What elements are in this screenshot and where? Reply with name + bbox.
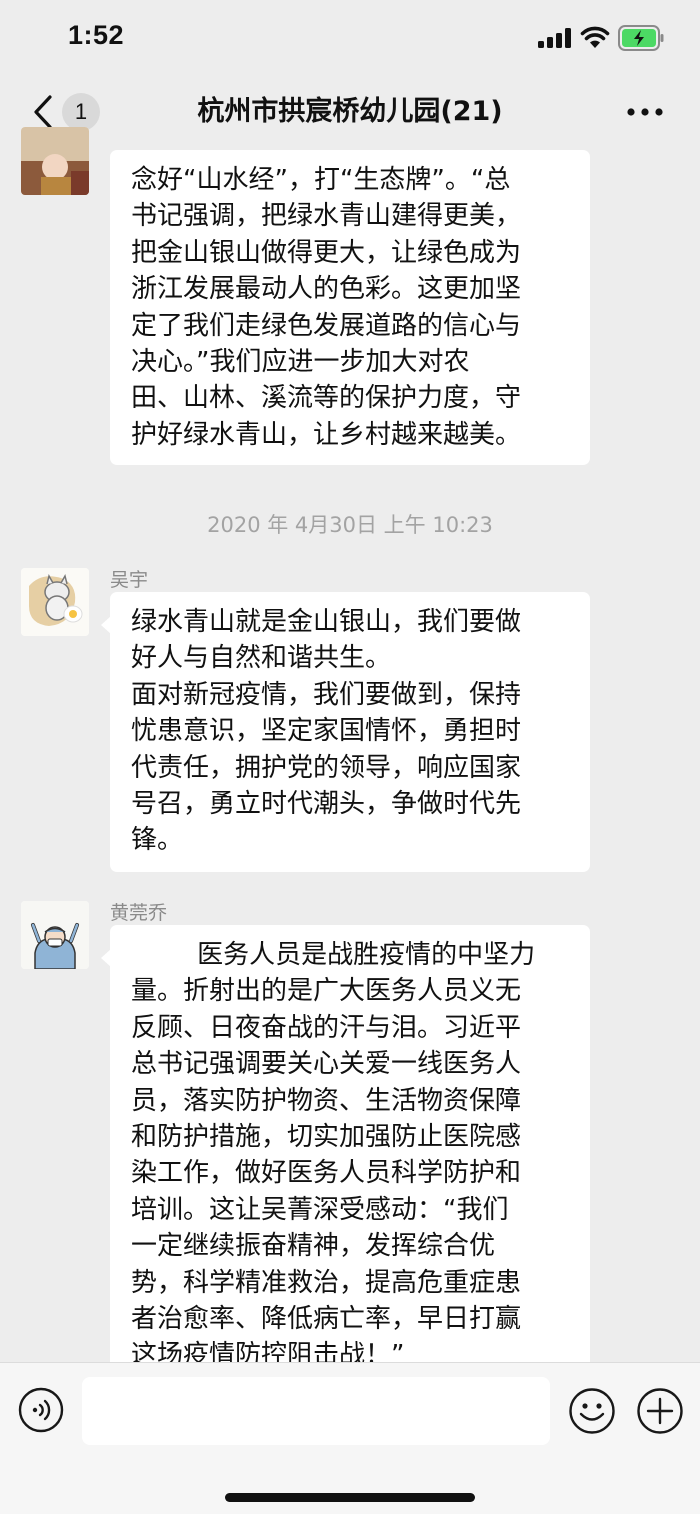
avatar[interactable] bbox=[21, 901, 89, 969]
home-indicator bbox=[225, 1493, 475, 1502]
chat-title: 杭州市拱宸桥幼儿园(21) bbox=[197, 96, 503, 127]
status-bar: 1:52 bbox=[0, 0, 700, 80]
message-bubble[interactable]: 医务人员是战胜疫情的中坚力 量。折射出的是广大医务人员义无 反顾、日夜奋战的汗与… bbox=[101, 925, 590, 1395]
message-bubble[interactable]: 念好“山水经”，打“生态牌”。“总 书记强调，把绿水青山建得更美， 把金山银山做… bbox=[110, 150, 590, 465]
signal-icon bbox=[538, 28, 571, 48]
input-bar bbox=[0, 1362, 700, 1514]
sender-name: 吴宇 bbox=[110, 569, 149, 591]
chat-header: 1 杭州市拱宸桥幼儿园(21) bbox=[0, 80, 700, 144]
avatar[interactable] bbox=[21, 127, 89, 195]
plus-icon[interactable] bbox=[636, 1387, 684, 1435]
message-input[interactable] bbox=[82, 1377, 550, 1445]
timestamp: 2020 年 4月30日 上午 10:23 bbox=[207, 513, 493, 537]
cat-avatar-icon bbox=[21, 568, 89, 636]
wifi-icon bbox=[580, 26, 610, 48]
avatar[interactable] bbox=[21, 568, 89, 636]
emoji-icon[interactable] bbox=[568, 1387, 616, 1435]
medic-avatar-icon bbox=[21, 901, 89, 969]
more-icon[interactable] bbox=[626, 102, 664, 122]
status-time: 1:52 bbox=[68, 20, 125, 50]
sender-name: 黄莞乔 bbox=[110, 902, 168, 924]
message-bubble[interactable]: 绿水青山就是金山银山，我们要做 好人与自然和谐共生。 面对新冠疫情，我们要做到，… bbox=[101, 592, 590, 872]
voice-icon[interactable] bbox=[18, 1387, 64, 1433]
battery-icon bbox=[618, 25, 664, 51]
photo-avatar-icon bbox=[21, 127, 89, 195]
